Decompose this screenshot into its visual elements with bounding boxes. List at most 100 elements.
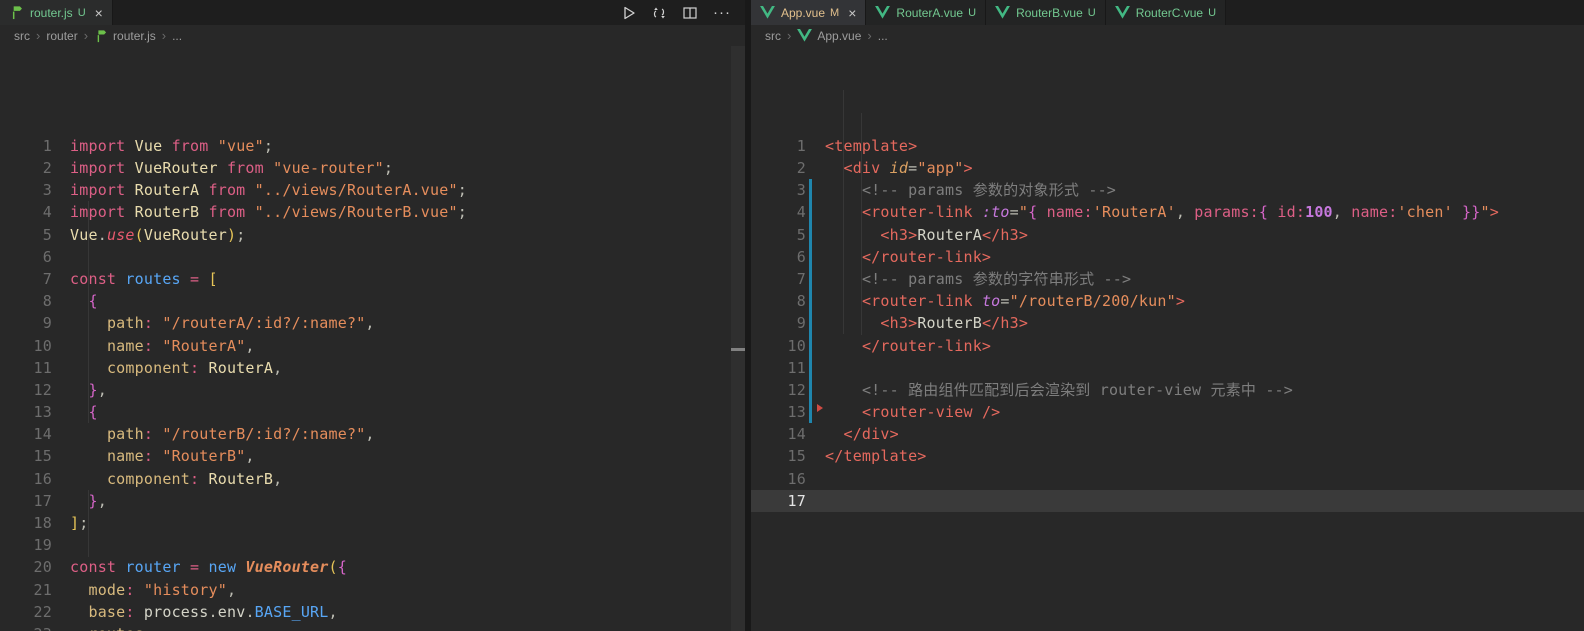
line-number[interactable]: 17 bbox=[0, 490, 52, 512]
line-number[interactable]: 11 bbox=[0, 357, 52, 379]
code-line[interactable]: 5 Vue.use(VueRouter); bbox=[0, 224, 745, 246]
code-line[interactable]: 17 }, bbox=[0, 490, 745, 512]
tab-app-vue[interactable]: App.vue M × bbox=[751, 0, 867, 25]
tab-routera-vue[interactable]: RouterA.vue U bbox=[866, 0, 987, 25]
code-line[interactable]: 23 routes, bbox=[0, 623, 745, 631]
code-line[interactable]: 3 import RouterA from "../views/RouterA.v… bbox=[0, 179, 745, 201]
code-line[interactable]: 4 import RouterB from "../views/RouterB.v… bbox=[0, 201, 745, 223]
line-number[interactable]: 14 bbox=[0, 423, 52, 445]
code-line[interactable]: 15 name: "RouterB", bbox=[0, 445, 745, 467]
code-line[interactable]: 14 path: "/routerB/:id?/:name?", bbox=[0, 423, 745, 445]
code-line[interactable]: 19 bbox=[0, 534, 745, 556]
line-number[interactable]: 4 bbox=[751, 201, 806, 223]
split-editor-button[interactable] bbox=[683, 6, 697, 19]
code-line[interactable]: 7 <!-- params 参数的字符串形式 --> bbox=[751, 267, 1584, 291]
line-number[interactable]: 13 bbox=[751, 401, 806, 423]
code-line[interactable]: 14 </div> bbox=[751, 423, 1584, 445]
line-number[interactable]: 3 bbox=[0, 179, 52, 201]
code-line[interactable]: 7 const routes = [ bbox=[0, 268, 745, 290]
line-number[interactable]: 17 bbox=[751, 490, 806, 512]
line-number[interactable]: 12 bbox=[0, 379, 52, 401]
code-line[interactable]: 8 { bbox=[0, 290, 745, 312]
line-number[interactable]: 23 bbox=[0, 623, 52, 631]
code-line[interactable]: 2 <div id="app"> bbox=[751, 157, 1584, 179]
run-or-debug-button[interactable] bbox=[652, 6, 667, 20]
line-number[interactable]: 11 bbox=[751, 357, 806, 379]
code-line[interactable]: 9 path: "/routerA/:id?/:name?", bbox=[0, 312, 745, 334]
code-line[interactable]: 1 <template> bbox=[751, 135, 1584, 157]
line-number[interactable]: 5 bbox=[751, 224, 806, 246]
line-number[interactable]: 15 bbox=[0, 445, 52, 467]
code-editor-router-js[interactable]: 1 import Vue from "vue"; 2 import VueRouter… bbox=[0, 46, 745, 631]
line-number[interactable]: 5 bbox=[0, 224, 52, 246]
code-line[interactable]: 18]; bbox=[0, 512, 745, 534]
tab-router-js[interactable]: router.js U × bbox=[0, 0, 113, 25]
line-number[interactable]: 7 bbox=[751, 268, 806, 290]
run-code-button[interactable] bbox=[623, 6, 636, 20]
code-line[interactable]: 17 bbox=[751, 489, 1584, 512]
line-number[interactable]: 2 bbox=[751, 157, 806, 179]
line-number[interactable]: 13 bbox=[0, 401, 52, 423]
code-line[interactable]: 8 <router-link to="/routerB/200/kun"> bbox=[751, 290, 1584, 313]
code-line[interactable]: 16 bbox=[751, 468, 1584, 490]
breadcrumb-item[interactable]: router.js bbox=[113, 29, 156, 43]
more-actions-button[interactable]: ··· bbox=[713, 5, 731, 20]
breadcrumb-item[interactable]: src bbox=[765, 29, 781, 43]
line-number[interactable]: 15 bbox=[751, 445, 806, 467]
line-number[interactable]: 21 bbox=[0, 579, 52, 601]
line-number[interactable]: 1 bbox=[0, 135, 52, 157]
code-line[interactable]: 5 <h3>RouterA</h3> bbox=[751, 223, 1584, 246]
line-number[interactable]: 16 bbox=[0, 468, 52, 490]
tab-routerc-vue[interactable]: RouterC.vue U bbox=[1105, 0, 1227, 25]
code-line[interactable]: 15 </template> bbox=[751, 445, 1584, 467]
code-line[interactable]: 10 name: "RouterA", bbox=[0, 335, 745, 357]
line-number[interactable]: 6 bbox=[0, 246, 52, 268]
code-line[interactable]: 22 base: process.env.BASE_URL, bbox=[0, 601, 745, 623]
tab-routerb-vue[interactable]: RouterB.vue U bbox=[986, 0, 1106, 25]
line-number[interactable]: 4 bbox=[0, 201, 52, 223]
line-number[interactable]: 20 bbox=[0, 556, 52, 578]
code-editor-app-vue[interactable]: 1 <template> 2 <div id="app"> 3 <!-- params… bbox=[751, 46, 1584, 631]
code-line[interactable]: 20 const router = new VueRouter({ bbox=[0, 556, 745, 578]
line-number[interactable]: 19 bbox=[0, 534, 52, 556]
line-number[interactable]: 8 bbox=[751, 290, 806, 312]
code-line[interactable]: 13 { bbox=[0, 401, 745, 423]
line-number[interactable]: 8 bbox=[0, 290, 52, 312]
line-number[interactable]: 10 bbox=[751, 335, 806, 357]
line-number[interactable]: 6 bbox=[751, 246, 806, 268]
breadcrumb-item[interactable]: ... bbox=[172, 29, 182, 43]
breadcrumb-item[interactable]: router bbox=[46, 29, 77, 43]
breadcrumb-item[interactable]: App.vue bbox=[817, 29, 861, 43]
line-number[interactable]: 16 bbox=[751, 468, 806, 490]
line-number[interactable]: 9 bbox=[751, 312, 806, 334]
code-line[interactable]: 2 import VueRouter from "vue-router"; bbox=[0, 157, 745, 179]
close-icon[interactable]: × bbox=[95, 6, 103, 20]
code-line[interactable]: 6 </router-link> bbox=[751, 245, 1584, 268]
breadcrumb-item[interactable]: src bbox=[14, 29, 30, 43]
line-number[interactable]: 7 bbox=[0, 268, 52, 290]
line-number[interactable]: 12 bbox=[751, 379, 806, 401]
code-line[interactable]: 12 }, bbox=[0, 379, 745, 401]
line-number[interactable]: 22 bbox=[0, 601, 52, 623]
code-line[interactable]: 3 <!-- params 参数的对象形式 --> bbox=[751, 179, 1584, 202]
code-line[interactable]: 11 component: RouterA, bbox=[0, 357, 745, 379]
scrollbar[interactable] bbox=[731, 46, 745, 631]
close-icon[interactable]: × bbox=[848, 6, 856, 20]
code-line[interactable]: 9 <h3>RouterB</h3> bbox=[751, 312, 1584, 335]
code-line[interactable]: 21 mode: "history", bbox=[0, 579, 745, 601]
line-number[interactable]: 14 bbox=[751, 423, 806, 445]
code-line[interactable]: 4 <router-link :to="{ name:'RouterA', pa… bbox=[751, 201, 1584, 224]
code-line[interactable]: 6 bbox=[0, 246, 745, 268]
code-line[interactable]: 16 component: RouterB, bbox=[0, 468, 745, 490]
code-line[interactable]: 12 <!-- 路由组件匹配到后会渲染到 router-view 元素中 --> bbox=[751, 378, 1584, 402]
line-number[interactable]: 10 bbox=[0, 335, 52, 357]
breadcrumb-item[interactable]: ... bbox=[878, 29, 888, 43]
code-line[interactable]: 1 import Vue from "vue"; bbox=[0, 135, 745, 157]
code-line[interactable]: 11 bbox=[751, 356, 1584, 379]
code-line[interactable]: 13 <router-view /> bbox=[751, 401, 1584, 424]
code-line[interactable]: 10 </router-link> bbox=[751, 334, 1584, 357]
line-number[interactable]: 9 bbox=[0, 312, 52, 334]
line-number[interactable]: 3 bbox=[751, 179, 806, 201]
line-number[interactable]: 18 bbox=[0, 512, 52, 534]
line-number[interactable]: 2 bbox=[0, 157, 52, 179]
